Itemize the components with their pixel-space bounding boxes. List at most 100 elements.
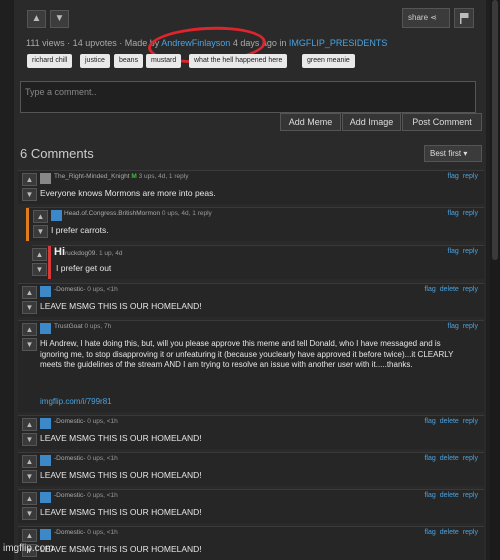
downvote-button[interactable]: ▼ — [22, 338, 37, 351]
avatar[interactable] — [40, 455, 51, 466]
username[interactable]: -Domestic- — [54, 286, 85, 293]
username[interactable]: -Domestic- — [54, 455, 85, 462]
reply-link[interactable]: reply — [463, 323, 478, 330]
username[interactable]: TrustGoat — [54, 323, 83, 330]
upvote-button[interactable]: ▲ — [22, 173, 37, 186]
avatar[interactable] — [40, 286, 51, 297]
downvote-button[interactable]: ▼ — [33, 225, 48, 238]
reply-link[interactable]: reply — [463, 173, 478, 180]
comment-text: LEAVE MSMG THIS IS OUR HOMELAND! — [40, 433, 202, 443]
downvote-button[interactable]: ▼ — [32, 263, 47, 276]
comment: ▲ ▼ -Domestic- 0 ups, <1h LEAVE MSMG THI… — [18, 452, 484, 486]
upvote-button[interactable]: ▲ — [32, 248, 47, 261]
reply-link[interactable]: reply — [463, 248, 478, 255]
upvote-button[interactable]: ▲ — [22, 418, 37, 431]
username[interactable]: ruckdog09. — [65, 250, 97, 257]
flag-link[interactable]: flag — [424, 529, 435, 536]
reply-link[interactable]: reply — [463, 492, 478, 499]
tag[interactable]: justice — [80, 54, 110, 68]
flag-link[interactable]: flag — [448, 323, 459, 330]
comment-count: 6 Comments — [20, 146, 94, 161]
thread-bar — [48, 246, 51, 279]
avatar[interactable] — [40, 529, 51, 540]
comment-stats: 3 ups, 4d, 1 reply — [138, 173, 189, 180]
sort-dropdown[interactable]: Best first ▾ — [424, 145, 482, 162]
comment-links: flag delete reply — [420, 286, 478, 293]
comment-stats: 0 ups, <1h — [87, 492, 118, 499]
comment: ▲ ▼ -Domestic- 0 ups, <1h LEAVE MSMG THI… — [18, 283, 484, 317]
avatar[interactable] — [40, 492, 51, 503]
stream-link[interactable]: IMGFLIP_PRESIDENTS — [289, 38, 388, 48]
share-button[interactable]: share ⋖ — [402, 8, 450, 28]
mod-badge: M — [131, 173, 137, 180]
tag[interactable]: what the hell happened here — [189, 54, 288, 68]
avatar[interactable] — [51, 210, 62, 221]
username[interactable]: Head.of.Congress.BritishMormon — [64, 210, 160, 217]
tag[interactable]: richard chill — [27, 54, 73, 68]
comment-input[interactable]: Type a comment.. — [20, 81, 476, 113]
delete-link[interactable]: delete — [440, 529, 459, 536]
reply-link[interactable]: reply — [463, 210, 478, 217]
downvote-button[interactable]: ▼ — [22, 470, 37, 483]
watermark: imgflip.com — [3, 543, 54, 554]
add-image-button[interactable]: Add Image — [342, 113, 401, 131]
reply-link[interactable]: reply — [463, 418, 478, 425]
comment-meta: TrustGoat 0 ups, 7h — [54, 323, 111, 330]
avatar[interactable] — [40, 173, 51, 184]
comment-text: LEAVE MSMG THIS IS OUR HOMELAND! — [40, 544, 202, 554]
delete-link[interactable]: delete — [440, 492, 459, 499]
delete-link[interactable]: delete — [440, 418, 459, 425]
meme-link[interactable]: imgflip.com/i/799r81 — [40, 397, 460, 408]
upvote-button[interactable]: ▲ — [22, 323, 37, 336]
comment: ▲ ▼ TrustGoat 0 ups, 7h Hi Andrew, I hat… — [18, 320, 484, 412]
chevron-down-icon: ▾ — [463, 149, 468, 158]
flag-link[interactable]: flag — [424, 418, 435, 425]
tag[interactable]: mustard — [146, 54, 182, 68]
avatar[interactable] — [40, 418, 51, 429]
downvote-button[interactable]: ▼ — [50, 10, 69, 28]
flag-link[interactable]: flag — [448, 248, 459, 255]
upvote-button[interactable]: ▲ — [22, 492, 37, 505]
downvote-button[interactable]: ▼ — [22, 433, 37, 446]
username-logo[interactable]: Hi — [54, 246, 65, 258]
downvote-button[interactable]: ▼ — [22, 188, 37, 201]
comment-stats: 1 up, 4d — [98, 250, 123, 257]
upvote-button[interactable]: ▲ — [33, 210, 48, 223]
avatar[interactable] — [40, 323, 51, 334]
upvote-button[interactable]: ▲ — [22, 286, 37, 299]
reply-link[interactable]: reply — [463, 455, 478, 462]
upvote-button[interactable]: ▲ — [27, 10, 46, 28]
reply-link[interactable]: reply — [463, 529, 478, 536]
post-comment-button[interactable]: Post Comment — [402, 113, 482, 131]
sort-label: Best first — [430, 149, 462, 158]
flag-link[interactable]: flag — [448, 173, 459, 180]
flag-link[interactable]: flag — [424, 492, 435, 499]
username[interactable]: The_Right-Minded_Knight — [54, 173, 130, 180]
username[interactable]: -Domestic- — [54, 418, 85, 425]
tag[interactable]: beans — [114, 54, 144, 68]
downvote-button[interactable]: ▼ — [22, 507, 37, 520]
comment-meta: -Domestic- 0 ups, <1h — [54, 455, 118, 462]
thread-bar — [26, 208, 29, 241]
scrollbar-thumb[interactable] — [492, 0, 498, 260]
comment-meta: Head.of.Congress.BritishMormon 0 ups, 4d… — [64, 210, 212, 217]
flag-link[interactable]: flag — [424, 286, 435, 293]
flag-link[interactable]: flag — [448, 210, 459, 217]
comment-meta: The_Right-Minded_Knight M 3 ups, 4d, 1 r… — [54, 173, 188, 180]
delete-link[interactable]: delete — [440, 286, 459, 293]
add-meme-button[interactable]: Add Meme — [280, 113, 341, 131]
flag-icon — [460, 13, 469, 24]
username[interactable]: -Domestic- — [54, 492, 85, 499]
tag[interactable]: green meanie — [302, 54, 355, 68]
username[interactable]: -Domestic- — [54, 529, 85, 536]
comment: ▲ ▼ -Domestic- 0 ups, <1h LEAVE MSMG THI… — [18, 489, 484, 523]
comment-text: Everyone knows Mormons are more into pea… — [40, 188, 216, 198]
reply-link[interactable]: reply — [463, 286, 478, 293]
delete-link[interactable]: delete — [440, 455, 459, 462]
flag-button[interactable] — [454, 8, 474, 28]
comment-links: flag reply — [444, 323, 478, 330]
upvote-button[interactable]: ▲ — [22, 455, 37, 468]
downvote-button[interactable]: ▼ — [22, 301, 37, 314]
flag-link[interactable]: flag — [424, 455, 435, 462]
upvote-button[interactable]: ▲ — [22, 529, 37, 542]
